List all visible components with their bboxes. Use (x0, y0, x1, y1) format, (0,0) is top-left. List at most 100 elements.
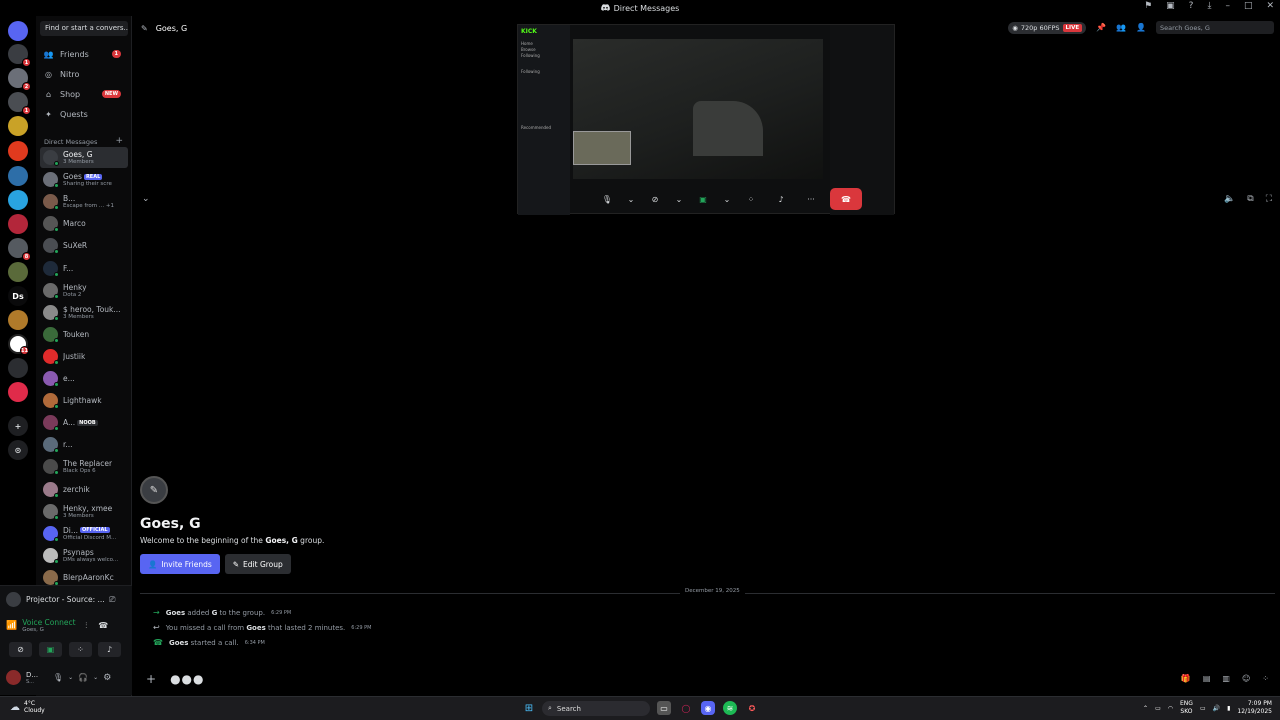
dm-item[interactable]: Henky Dota 2 (40, 280, 128, 301)
server-icon-6[interactable] (8, 141, 28, 161)
dm-item[interactable]: r... (40, 434, 128, 455)
sticker-icon[interactable]: ▥ (1222, 674, 1230, 683)
create-dm-icon[interactable]: + (115, 136, 123, 146)
screen-icon[interactable]: ⎚ (109, 595, 115, 605)
headset-icon[interactable]: ◠ (1168, 705, 1173, 712)
dm-item[interactable]: Touken (40, 324, 128, 345)
server-icon-9[interactable] (8, 214, 28, 234)
dm-item[interactable]: F... (40, 258, 128, 279)
dm-item[interactable]: A... NOOB (40, 412, 128, 433)
leave-call-button[interactable]: ☎ (830, 188, 862, 210)
inbox-icon[interactable]: ▣ (1166, 1, 1175, 11)
dm-item[interactable]: Lighthawk (40, 390, 128, 411)
stream-quality-badge[interactable]: ◉ 720p 60FPS LIVE (1008, 21, 1087, 34)
dm-item[interactable]: Goes REAL Sharing their scre (40, 169, 128, 190)
folder-icon[interactable]: ▭ (1155, 705, 1161, 712)
taskbar-search[interactable]: ⌕ Search (542, 701, 650, 716)
nav-item-quests[interactable]: ✦ Quests (40, 106, 128, 122)
help-icon[interactable]: ? (1189, 1, 1194, 11)
video-options-chevron[interactable]: ⌄ (674, 190, 684, 208)
members-icon[interactable]: 👤 (1136, 23, 1146, 32)
headphones-icon[interactable]: 🎧 (78, 673, 88, 682)
find-conversation-button[interactable]: Find or start a convers... (40, 21, 128, 36)
share-screen-button[interactable]: ▣ (39, 642, 62, 657)
monitor-icon[interactable]: ▭ (1200, 705, 1206, 712)
add-friends-icon[interactable]: 👥 (1116, 23, 1126, 32)
server-icon-15[interactable] (8, 358, 28, 378)
gif-icon[interactable]: ▤ (1203, 674, 1211, 683)
invite-friends-button[interactable]: 👤 Invite Friends (140, 554, 220, 574)
clock[interactable]: 7:09 PM 12/19/2025 (1237, 700, 1272, 716)
dm-item[interactable]: The Replacer Black Ops 6 (40, 456, 128, 477)
attach-plus-icon[interactable]: + (146, 672, 156, 686)
message-composer[interactable]: + ●●● 🎁 ▤ ▥ ☺ ⁘ (140, 668, 1275, 690)
mute-button[interactable]: 🎙 (596, 190, 618, 208)
server-icon-4[interactable]: 1 (8, 92, 31, 115)
audio-options-chevron[interactable]: ⌄ (626, 190, 636, 208)
dm-item[interactable]: zerchik (40, 479, 128, 500)
chevron-down-icon[interactable]: ⌄ (93, 674, 98, 681)
message-target[interactable]: Goes (246, 624, 265, 632)
speaker-icon[interactable]: 🔊 (1213, 705, 1220, 712)
spotify-icon[interactable]: ≋ (723, 701, 737, 715)
tray-chevron-up-icon[interactable]: ⌃ (1143, 705, 1148, 712)
flag-icon[interactable]: ⚑ (1144, 1, 1152, 11)
server-icon-10[interactable]: 8 (8, 238, 31, 261)
dm-item[interactable]: Henky, xmee 3 Members (40, 501, 128, 522)
server-icon-8[interactable] (8, 190, 28, 210)
server-icon-11[interactable] (8, 262, 28, 282)
dm-item[interactable]: e... (40, 368, 128, 389)
activities-button[interactable]: ⁘ (740, 190, 762, 208)
server-icon-12[interactable]: Ds (8, 286, 28, 306)
camera-off-button[interactable]: ⊘ (9, 642, 32, 657)
weather-widget[interactable]: ☁ 4°C Cloudy (10, 700, 45, 714)
add-server-icon[interactable]: + (8, 416, 28, 436)
soundboard-button[interactable]: ♪ (98, 642, 121, 657)
edit-group-button[interactable]: ✎ Edit Group (224, 554, 291, 574)
server-icon-3[interactable]: 2 (8, 68, 31, 91)
download-icon[interactable]: ⤓ (1207, 1, 1211, 11)
settings-gear-icon[interactable]: ⚙ (103, 673, 111, 683)
battery-icon[interactable]: ▮ (1227, 705, 1230, 712)
browser-icon[interactable]: ◯ (679, 701, 693, 715)
close-icon[interactable]: ✕ (1266, 1, 1274, 11)
activities-button[interactable]: ⁘ (69, 642, 92, 657)
server-icon-13[interactable] (8, 310, 28, 330)
signal-icon[interactable]: 📶 (6, 621, 17, 631)
dm-item[interactable]: Marco (40, 213, 128, 234)
dm-item[interactable]: Goes, G3 Members (40, 147, 128, 168)
dm-item[interactable]: B... Escape from ... +1 (40, 191, 128, 212)
maximize-icon[interactable]: □ (1244, 1, 1253, 11)
apps-icon[interactable]: ⁘ (1262, 674, 1269, 683)
server-icon-5[interactable] (8, 116, 28, 136)
volume-icon[interactable]: 🔈 (1224, 194, 1235, 204)
gift-icon[interactable]: 🎁 (1181, 674, 1191, 683)
more-options-button[interactable]: ··· (800, 190, 822, 208)
start-icon[interactable]: ⊞ (522, 701, 536, 715)
projector-row[interactable]: Projector - Source: ... ⎚ (6, 592, 126, 607)
server-icon-2[interactable]: 1 (8, 44, 31, 67)
fullscreen-icon[interactable]: ⛶ (1266, 194, 1272, 204)
dm-item[interactable]: Di... OFFICIAL Official Discord M... (40, 523, 128, 544)
disconnect-icon[interactable]: ☎ (98, 621, 108, 630)
app-icon[interactable]: ✪ (745, 701, 759, 715)
discover-icon[interactable]: ⊙ (8, 440, 28, 460)
soundboard-button[interactable]: ♪ (770, 190, 792, 208)
share-options-chevron[interactable]: ⌄ (722, 190, 732, 208)
stream-preview[interactable]: KICK Home Browse Following Following Recomme… (517, 24, 895, 215)
message-actor[interactable]: Goes (166, 609, 185, 617)
noise-suppression-icon[interactable]: ⫶ (85, 621, 87, 631)
nav-item-shop[interactable]: ⌂ Shop NEW (40, 86, 128, 102)
chevron-down-icon[interactable]: ⌄ (68, 674, 73, 681)
avatar[interactable] (6, 670, 21, 685)
nav-item-friends[interactable]: 👥 Friends 1 (40, 46, 128, 62)
discord-taskbar-icon[interactable]: ◉ (701, 701, 715, 715)
camera-button[interactable]: ⊘ (644, 190, 666, 208)
search-input[interactable]: Search Goes, G (1156, 21, 1274, 34)
emoji-icon[interactable]: ☺ (1242, 674, 1250, 683)
dm-item[interactable]: $ heroo, Touk... 3 Members (40, 302, 128, 323)
file-explorer-icon[interactable]: ▭ (657, 701, 671, 715)
dm-item[interactable]: Psynaps DMs always welco... (40, 545, 128, 566)
dm-item[interactable]: Justiik (40, 346, 128, 367)
dm-item[interactable]: SuXeR (40, 235, 128, 256)
